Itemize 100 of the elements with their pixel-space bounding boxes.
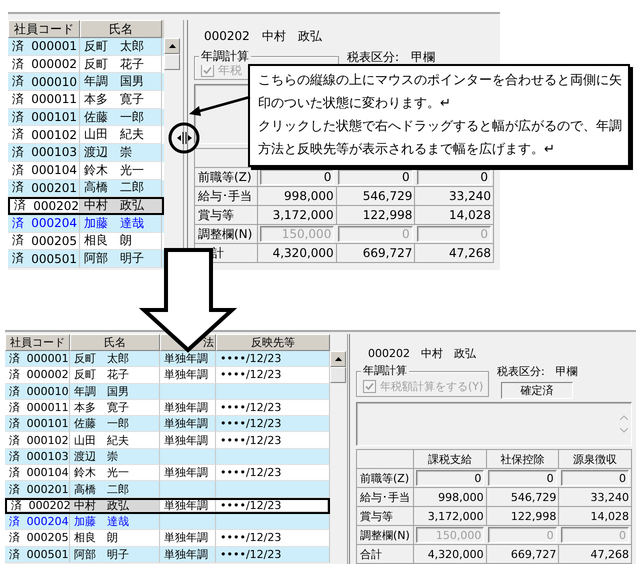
amount-value: 669,727 [510, 548, 556, 560]
scroll-up-icon[interactable] [334, 357, 342, 361]
list-row[interactable]: 済 000201 高橋 二郎 [5, 481, 330, 498]
amount-field[interactable]: 0 [488, 470, 557, 486]
callout-text: こちらの縦線の上にマウスのポインターを合わせると両側に矢印のついた状態に変わります。↵ [258, 72, 623, 113]
list-row[interactable]: 済 000001 反町 太郎 単独年調 ••••/12/23 [5, 351, 330, 368]
list-row[interactable]: 済 000101 佐藤 一郎 単独年調 ••••/12/23 [5, 416, 330, 432]
list-row[interactable]: 済 000103 渡辺 崇 [5, 448, 330, 466]
employee-name: 高橋 二郎 [84, 179, 144, 196]
group-label: 年調計算 [361, 363, 409, 378]
list-row[interactable]: 済 000104 鈴木 光一 単独年調 ••••/12/23 [5, 465, 330, 482]
list-row[interactable]: 済 000501 阿部 明子 単独年調 ••••/12/23 [5, 546, 330, 563]
employee-name: 加藤 達哉 [84, 214, 144, 232]
group-label: 年調計算 [199, 48, 251, 65]
amount-value: 998,000 [284, 189, 334, 203]
amount-field[interactable]: 0 [416, 169, 491, 185]
amount-field[interactable]: 0 [338, 169, 413, 185]
amount-value: 14,028 [449, 208, 492, 222]
amount-field[interactable]: 0 [260, 169, 334, 185]
employee-name: 相良 朗 [84, 232, 132, 250]
list-row[interactable]: 済 000101 佐藤 一郎 [8, 108, 164, 126]
list-row[interactable]: 済 000102 山田 紀夫 単独年調 ••••/12/23 [5, 432, 330, 449]
employee-title: 000202 中村 政弘 [367, 346, 477, 361]
employee-code: 000205 [26, 531, 69, 544]
status-text: 済 [12, 108, 24, 126]
employee-code: 000204 [26, 515, 69, 528]
list-row[interactable]: 済 000204 加藤 達哉 [8, 214, 164, 233]
scroll-up-button[interactable] [164, 38, 180, 54]
tax-class-label: 税表区分: 甲欄 [347, 49, 436, 66]
status-text: 済 [9, 514, 20, 530]
list-row[interactable]: 済 000104 鈴木 光一 [8, 162, 164, 180]
employee-name: 年調 国男 [84, 73, 144, 90]
list-row[interactable]: 済 000010 年調 国男 [5, 384, 330, 400]
status-text: 済 [12, 73, 24, 90]
column-header[interactable]: 法 [203, 335, 214, 350]
list-row[interactable]: 済 000010 年調 国男 [8, 73, 164, 92]
list-row[interactable]: 済 000102 山田 紀夫 [8, 126, 164, 144]
amount-value: 4,320,000 [272, 246, 334, 260]
scroll-up-button[interactable] [330, 351, 346, 367]
reflect-date: ••••/12/23 [220, 548, 282, 561]
amount-value: 122,998 [510, 510, 556, 522]
list-row[interactable]: 済 000205 相良 朗 [8, 232, 164, 250]
list-row[interactable]: 済 000002 反町 花子 単独年調 ••••/12/23 [5, 367, 330, 384]
list-row[interactable]: 済 000205 相良 朗 単独年調 ••••/12/23 [5, 530, 330, 547]
employee-code: 000002 [26, 368, 69, 382]
employee-name: 中村 政弘 [84, 197, 144, 214]
list-row[interactable]: 済 000501 阿部 明子 [8, 250, 164, 268]
employee-name: 渡辺 崇 [74, 448, 118, 464]
amount-value: 47,268 [449, 246, 492, 260]
list-row[interactable]: 済 000103 渡辺 崇 [8, 144, 164, 162]
adjust-method: 単独年調 [164, 498, 208, 513]
list-row[interactable]: 済 000011 本多 寛子 [8, 91, 164, 109]
list-row[interactable]: 済 000001 反町 太郎 [8, 38, 164, 56]
employee-name: 高橋 二郎 [74, 482, 129, 497]
list-row[interactable]: 済 000202 中村 政弘 [8, 197, 164, 215]
amount-field[interactable]: 0 [416, 470, 484, 486]
employee-name: 年調 国男 [74, 384, 129, 399]
status-text: 済 [9, 448, 20, 464]
amount-value: 3,172,000 [428, 510, 484, 522]
status-text: 済 [9, 530, 20, 546]
list-row[interactable]: 済 000202 中村 政弘 単独年調 ••••/12/23 [5, 498, 330, 514]
employee-name: 佐藤 一郎 [74, 416, 129, 432]
employee-name: 山田 紀夫 [84, 126, 144, 144]
employee-name: 反町 太郎 [74, 351, 129, 366]
scroll-thumb[interactable] [164, 54, 180, 70]
employee-code: 000002 [31, 57, 77, 72]
list-row[interactable]: 済 000201 高橋 二郎 [8, 180, 164, 198]
employee-code: 000501 [26, 548, 69, 561]
employee-name: 鈴木 光一 [74, 465, 129, 480]
highlight-circle [168, 122, 200, 154]
row-label: 前職等(Z) [360, 470, 410, 486]
status-text: 済 [12, 162, 24, 179]
list-row[interactable]: 済 000204 加藤 達哉 [5, 514, 330, 530]
table-header: 課税支給 [428, 452, 472, 466]
reflect-date: ••••/12/23 [220, 368, 282, 382]
list-row[interactable]: 済 000011 本多 寛子 単独年調 ••••/12/23 [5, 400, 330, 416]
employee-name: 阿部 明子 [74, 546, 129, 562]
status-text: 済 [9, 351, 20, 366]
row-label: 調整欄(N) [198, 226, 252, 242]
employee-code: 000101 [26, 417, 69, 430]
status-text: 済 [12, 179, 24, 196]
employee-code: 000501 [31, 252, 77, 266]
scroll-up-icon[interactable] [168, 44, 176, 48]
reflect-date: ••••/12/23 [220, 352, 282, 366]
employee-code: 000011 [31, 92, 77, 106]
employee-code: 000201 [26, 482, 69, 496]
amount-value: 546,729 [510, 490, 556, 504]
scroll-thumb[interactable] [330, 367, 346, 383]
row-label: 給与･手当 [198, 188, 252, 204]
status-text: 済 [14, 197, 26, 214]
employee-name: 中村 政弘 [74, 498, 129, 513]
amount-value: 14,028 [590, 510, 630, 522]
employee-name: 反町 花子 [74, 367, 129, 382]
amount-field[interactable]: 0 [560, 470, 629, 486]
status-text: 済 [12, 126, 24, 144]
employee-name: 本多 寛子 [74, 400, 129, 416]
status-text: 済 [12, 250, 24, 268]
list-row[interactable]: 済 000002 反町 花子 [8, 56, 164, 74]
reflect-date: ••••/12/23 [220, 434, 282, 447]
employee-title: 000202 中村 政弘 [203, 28, 323, 45]
